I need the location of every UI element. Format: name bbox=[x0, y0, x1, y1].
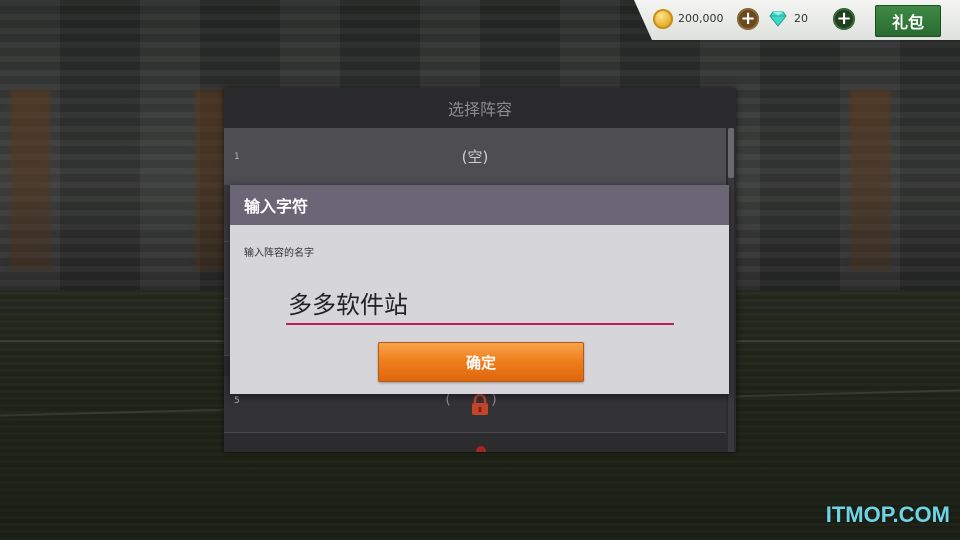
site-watermark: ITMOP.COM bbox=[825, 502, 950, 527]
input-dialog: 输入字符 输入阵容的名字 确定 bbox=[230, 185, 729, 394]
dialog-title: 输入字符 bbox=[230, 185, 729, 225]
lock-icon bbox=[472, 394, 488, 415]
partial-icon bbox=[476, 446, 486, 452]
lineup-panel-title: 选择阵容 bbox=[224, 88, 736, 128]
coin-balance: 200,000 bbox=[678, 12, 724, 25]
slot-label: (空) bbox=[461, 148, 489, 166]
gem-balance: 20 bbox=[794, 12, 808, 25]
lineup-name-input[interactable] bbox=[286, 285, 674, 325]
gift-pack-button[interactable]: 礼包 bbox=[875, 5, 941, 37]
dialog-hint: 输入阵容的名字 bbox=[244, 248, 314, 259]
add-coins-button[interactable]: + bbox=[737, 8, 759, 30]
gold-coin-icon bbox=[653, 9, 673, 29]
confirm-button[interactable]: 确定 bbox=[378, 342, 584, 382]
game-screen: 200,000 + 20 + 礼包 选择阵容 1 (空) 5 ( ) 输入字符 … bbox=[0, 0, 960, 540]
diamond-icon bbox=[769, 11, 787, 27]
lineup-slot-1[interactable]: 1 (空) bbox=[224, 128, 726, 185]
scrollbar-thumb[interactable] bbox=[728, 128, 734, 178]
add-gems-button[interactable]: + bbox=[833, 8, 855, 30]
